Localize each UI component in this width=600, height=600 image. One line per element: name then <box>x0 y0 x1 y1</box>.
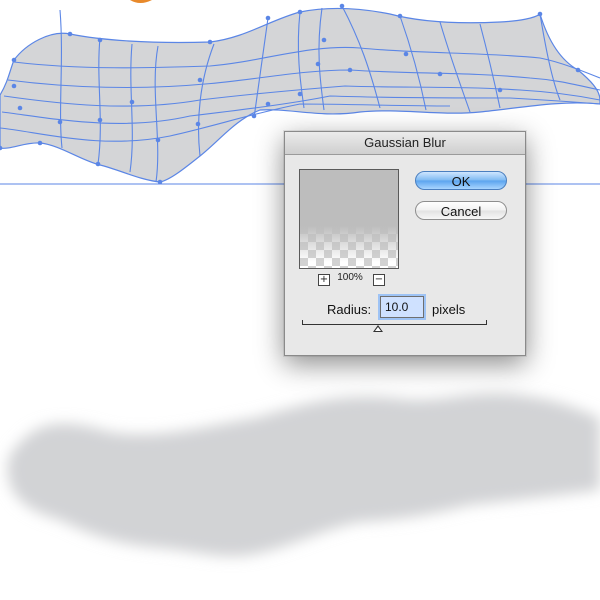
dialog-title[interactable]: Gaussian Blur <box>285 132 525 155</box>
anchor-point[interactable] <box>437 71 443 77</box>
anchor-point[interactable] <box>403 51 409 57</box>
anchor-point[interactable] <box>265 15 271 21</box>
anchor-point[interactable] <box>37 140 43 146</box>
anchor-point[interactable] <box>347 67 353 73</box>
anchor-point[interactable] <box>97 37 103 43</box>
radius-unit-label: pixels <box>432 302 466 317</box>
anchor-point[interactable] <box>57 119 63 125</box>
anchor-point[interactable] <box>95 161 101 167</box>
slider-end-tick <box>486 320 487 325</box>
anchor-point[interactable] <box>575 67 581 73</box>
anchor-point[interactable] <box>315 61 321 67</box>
anchor-point[interactable] <box>207 39 213 45</box>
anchor-point[interactable] <box>129 99 135 105</box>
anchor-point[interactable] <box>195 121 201 127</box>
anchor-point[interactable] <box>197 77 203 83</box>
radius-slider-track[interactable] <box>302 324 486 325</box>
radius-label: Radius: <box>327 302 372 317</box>
blur-preview-pane[interactable] <box>299 169 399 269</box>
zoom-out-button[interactable]: − <box>373 274 385 286</box>
zoom-level: 100% <box>337 272 363 283</box>
zoom-in-button[interactable]: + <box>318 274 330 286</box>
anchor-point[interactable] <box>339 3 345 9</box>
anchor-point[interactable] <box>297 91 303 97</box>
anchor-point[interactable] <box>67 31 73 37</box>
radius-input[interactable] <box>380 296 424 318</box>
anchor-point[interactable] <box>11 57 17 63</box>
anchor-point[interactable] <box>497 87 503 93</box>
ok-button[interactable]: OK <box>415 171 507 190</box>
cancel-button[interactable]: Cancel <box>415 201 507 220</box>
anchor-point[interactable] <box>265 101 271 107</box>
anchor-point[interactable] <box>397 13 403 19</box>
gaussian-blur-dialog: Gaussian Blur + 100% − OK Cancel Radius:… <box>284 131 526 356</box>
anchor-point[interactable] <box>321 37 327 43</box>
blurred-shadow-shape <box>7 393 600 557</box>
anchor-point[interactable] <box>251 113 257 119</box>
anchor-point[interactable] <box>155 137 161 143</box>
anchor-point[interactable] <box>11 83 17 89</box>
orange-shape-fragment <box>130 0 152 3</box>
radius-slider-thumb[interactable] <box>373 325 383 332</box>
anchor-point[interactable] <box>537 11 543 17</box>
anchor-point[interactable] <box>97 117 103 123</box>
anchor-point[interactable] <box>297 9 303 15</box>
anchor-point[interactable] <box>17 105 23 111</box>
